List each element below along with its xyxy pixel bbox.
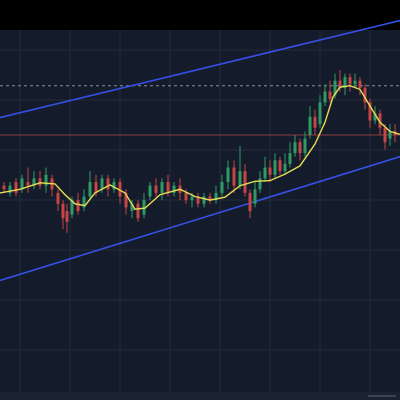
candle-body xyxy=(88,182,92,197)
candle-body xyxy=(26,182,30,186)
candle-body xyxy=(348,77,352,85)
candle-body xyxy=(278,160,282,172)
candle-body xyxy=(243,171,247,193)
candle-body xyxy=(160,182,164,193)
candle-body xyxy=(353,80,357,85)
candle-body xyxy=(220,182,224,193)
candle-body xyxy=(273,160,277,175)
candle-body xyxy=(136,203,140,219)
candle-body xyxy=(232,167,236,186)
candle-body xyxy=(318,102,322,125)
candle-body xyxy=(268,167,272,175)
price-chart[interactable] xyxy=(0,0,400,400)
candle-body xyxy=(283,163,287,172)
candle-body xyxy=(100,178,104,190)
candle-body xyxy=(2,185,6,190)
candle-body xyxy=(288,153,292,164)
candle-body xyxy=(65,211,69,222)
candle-body xyxy=(358,80,362,88)
candle-body xyxy=(248,192,252,211)
candle-body xyxy=(298,142,302,154)
candle-body xyxy=(202,196,206,204)
chart-panel[interactable] xyxy=(0,0,400,400)
candle-body xyxy=(293,142,297,154)
candle-body xyxy=(76,200,80,211)
candle-body xyxy=(226,167,230,183)
candle-body xyxy=(258,178,262,190)
candle-body xyxy=(38,178,42,186)
candle-body xyxy=(308,116,312,135)
bottom-indicator xyxy=(368,395,396,397)
candle-body xyxy=(166,182,170,193)
candle-body xyxy=(106,178,110,190)
bottom-bar xyxy=(0,392,400,400)
candle-body xyxy=(154,185,158,193)
candle-body xyxy=(61,203,65,219)
candle-body xyxy=(388,131,392,139)
candle-body xyxy=(184,192,188,201)
candle-body xyxy=(238,171,242,186)
top-bar xyxy=(0,0,400,30)
candle-body xyxy=(328,91,332,99)
candle-body xyxy=(148,185,152,197)
candle-body xyxy=(44,174,48,186)
candle-body xyxy=(303,138,307,154)
candle-body xyxy=(263,167,267,179)
candle-body xyxy=(253,189,257,204)
candle-body xyxy=(190,196,194,201)
candle-body xyxy=(323,91,327,103)
candle-body xyxy=(56,192,60,204)
candle-body xyxy=(383,127,387,143)
candle-body xyxy=(14,182,18,193)
candle-body xyxy=(313,116,317,128)
